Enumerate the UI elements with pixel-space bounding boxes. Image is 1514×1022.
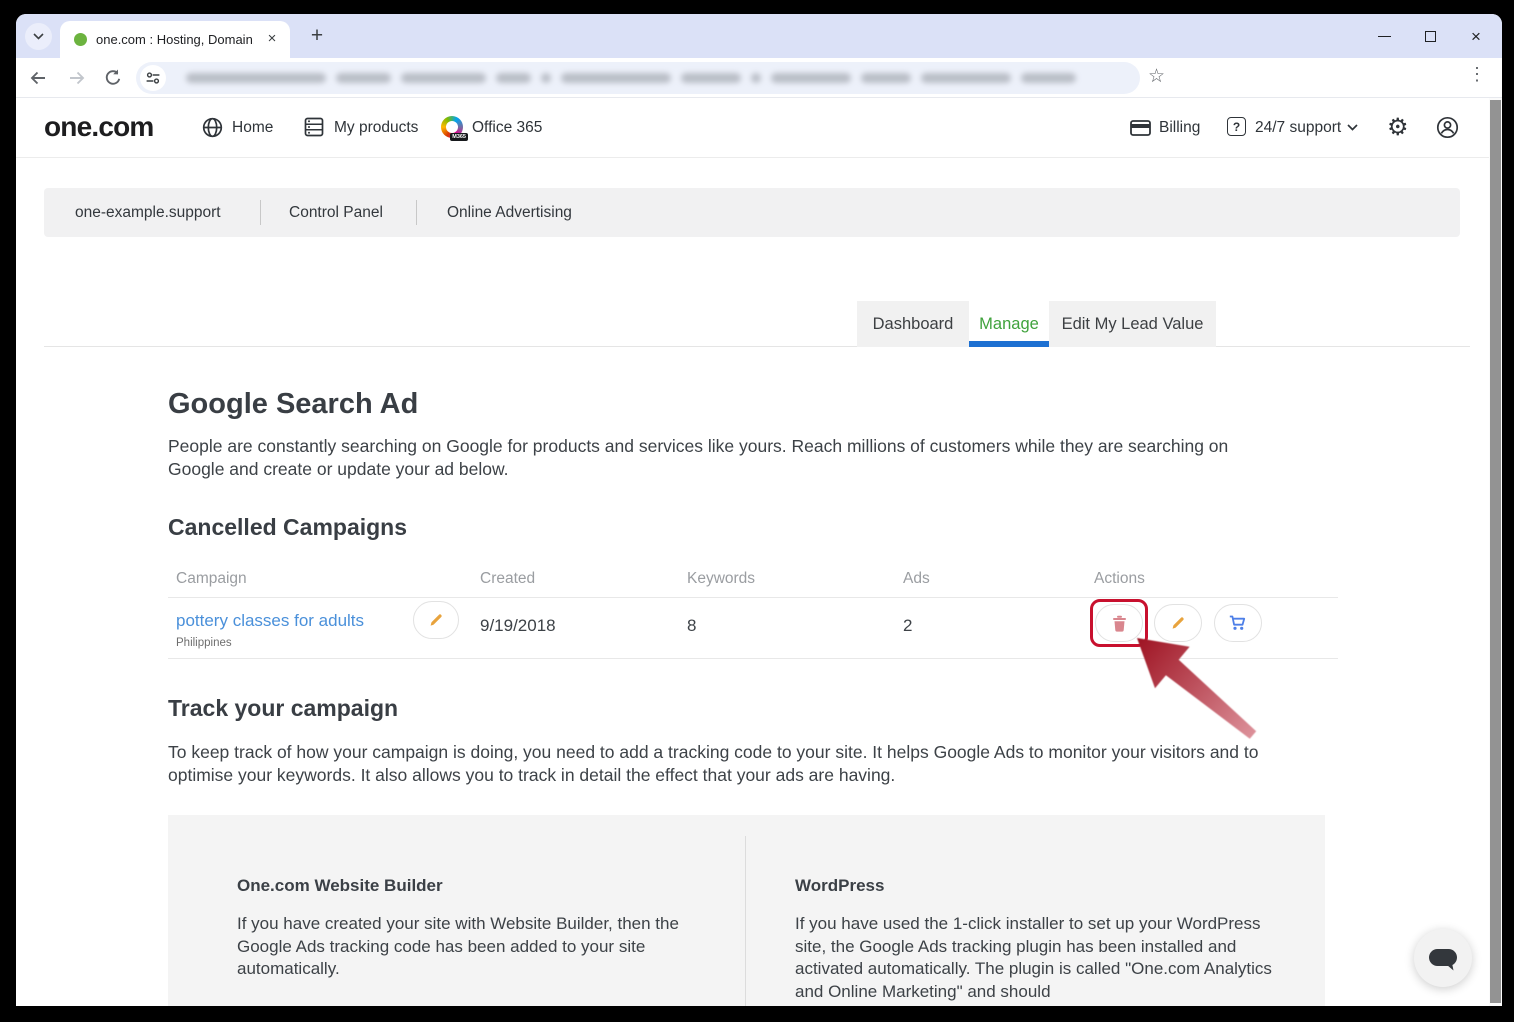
table-divider	[168, 597, 1338, 598]
pencil-icon	[1170, 615, 1186, 631]
active-tab-underline	[969, 341, 1049, 347]
page-title: Google Search Ad	[168, 388, 418, 421]
my-products-icon	[304, 117, 324, 137]
new-tab-button[interactable]: +	[304, 23, 330, 49]
tune-icon[interactable]	[140, 65, 166, 91]
col-keywords: Keywords	[687, 570, 755, 588]
edit-campaign-button[interactable]	[1154, 604, 1202, 642]
created-value: 9/19/2018	[480, 616, 556, 636]
browser-menu-icon[interactable]: ⋮	[1468, 64, 1486, 85]
site-header: one.com Home My products M365 Office 365…	[16, 98, 1490, 158]
account-icon[interactable]	[1436, 116, 1459, 139]
browser-tab-title: one.com : Hosting, Domain, Em	[96, 32, 254, 48]
col-created: Created	[480, 570, 535, 588]
breadcrumb-divider	[260, 200, 261, 225]
bookmark-star-icon[interactable]: ☆	[1148, 65, 1165, 88]
browser-titlebar: one.com : Hosting, Domain, Em × + ×	[16, 14, 1502, 58]
support-chevron-down-icon	[1347, 124, 1358, 131]
panel-divider	[745, 836, 746, 1006]
close-button[interactable]: ×	[1454, 14, 1498, 58]
cancelled-campaigns-title: Cancelled Campaigns	[168, 514, 407, 541]
pencil-icon	[428, 612, 444, 628]
page-intro: People are constantly searching on Googl…	[168, 435, 1268, 481]
browser-tab[interactable]: one.com : Hosting, Domain, Em ×	[60, 21, 290, 58]
rename-campaign-button[interactable]	[413, 601, 459, 639]
browser-toolbar: ☆ ⋮	[16, 58, 1502, 98]
minimize-icon	[1378, 36, 1391, 37]
nav-office-365[interactable]: Office 365	[472, 119, 542, 137]
campaign-location: Philippines	[176, 637, 232, 649]
tabs-divider-line	[44, 346, 1470, 347]
nav-home[interactable]: Home	[232, 119, 273, 137]
tab-close-icon[interactable]: ×	[262, 29, 282, 49]
shopping-cart-icon	[1229, 615, 1247, 631]
track-campaign-title: Track your campaign	[168, 695, 398, 722]
ads-value: 2	[903, 616, 912, 636]
website-builder-title: One.com Website Builder	[237, 876, 443, 896]
office-365-icon: M365	[441, 116, 463, 138]
one-com-logo[interactable]: one.com	[44, 111, 154, 143]
table-divider	[168, 658, 1338, 659]
minimize-button[interactable]	[1362, 14, 1406, 58]
support-question-icon: ?	[1227, 117, 1246, 136]
site-favicon	[74, 33, 87, 46]
breadcrumb-control-panel[interactable]: Control Panel	[289, 204, 383, 222]
maximize-icon	[1425, 31, 1436, 42]
breadcrumb-online-advertising[interactable]: Online Advertising	[447, 204, 572, 222]
wordpress-body: If you have used the 1-click installer t…	[795, 913, 1275, 1003]
chat-bubble-icon	[1427, 945, 1459, 972]
nav-my-products[interactable]: My products	[334, 119, 418, 137]
tab-edit-my-lead-value[interactable]: Edit My Lead Value	[1049, 301, 1216, 347]
blurred-url-text	[186, 73, 1076, 83]
col-actions: Actions	[1094, 570, 1145, 588]
reorder-campaign-button[interactable]	[1214, 604, 1262, 642]
reload-icon[interactable]	[104, 69, 122, 87]
scrollbar	[1489, 98, 1502, 1006]
url-bar[interactable]	[136, 62, 1140, 94]
chevron-down-icon	[33, 33, 44, 40]
maximize-button[interactable]	[1408, 14, 1452, 58]
keywords-value: 8	[687, 616, 696, 636]
breadcrumb-divider	[416, 200, 417, 225]
tab-dashboard[interactable]: Dashboard	[857, 301, 969, 347]
wordpress-title: WordPress	[795, 876, 884, 896]
office-365-badge: M365	[450, 133, 468, 141]
track-campaign-body: To keep track of how your campaign is do…	[168, 741, 1308, 787]
scrollbar-thumb[interactable]	[1490, 100, 1501, 1003]
col-campaign: Campaign	[176, 570, 247, 588]
back-icon[interactable]	[29, 69, 47, 87]
globe-icon	[202, 117, 223, 138]
website-builder-body: If you have created your site with Websi…	[237, 913, 697, 981]
billing-card-icon	[1130, 120, 1151, 136]
tab-search-button[interactable]	[25, 23, 52, 50]
col-ads: Ads	[903, 570, 930, 588]
chat-button[interactable]	[1414, 929, 1472, 987]
settings-gear-icon[interactable]: ⚙	[1387, 113, 1409, 142]
delete-highlight-box	[1090, 599, 1148, 647]
close-icon: ×	[1471, 28, 1481, 45]
browser-window: one.com : Hosting, Domain, Em × + × ☆	[16, 14, 1502, 1006]
forward-icon[interactable]	[68, 69, 86, 87]
breadcrumb-domain[interactable]: one-example.support	[75, 204, 221, 222]
campaign-link[interactable]: pottery classes for adults	[176, 611, 364, 631]
nav-billing[interactable]: Billing	[1159, 119, 1200, 137]
nav-support[interactable]: 24/7 support	[1255, 119, 1341, 137]
breadcrumb: one-example.support Control Panel Online…	[44, 188, 1460, 237]
